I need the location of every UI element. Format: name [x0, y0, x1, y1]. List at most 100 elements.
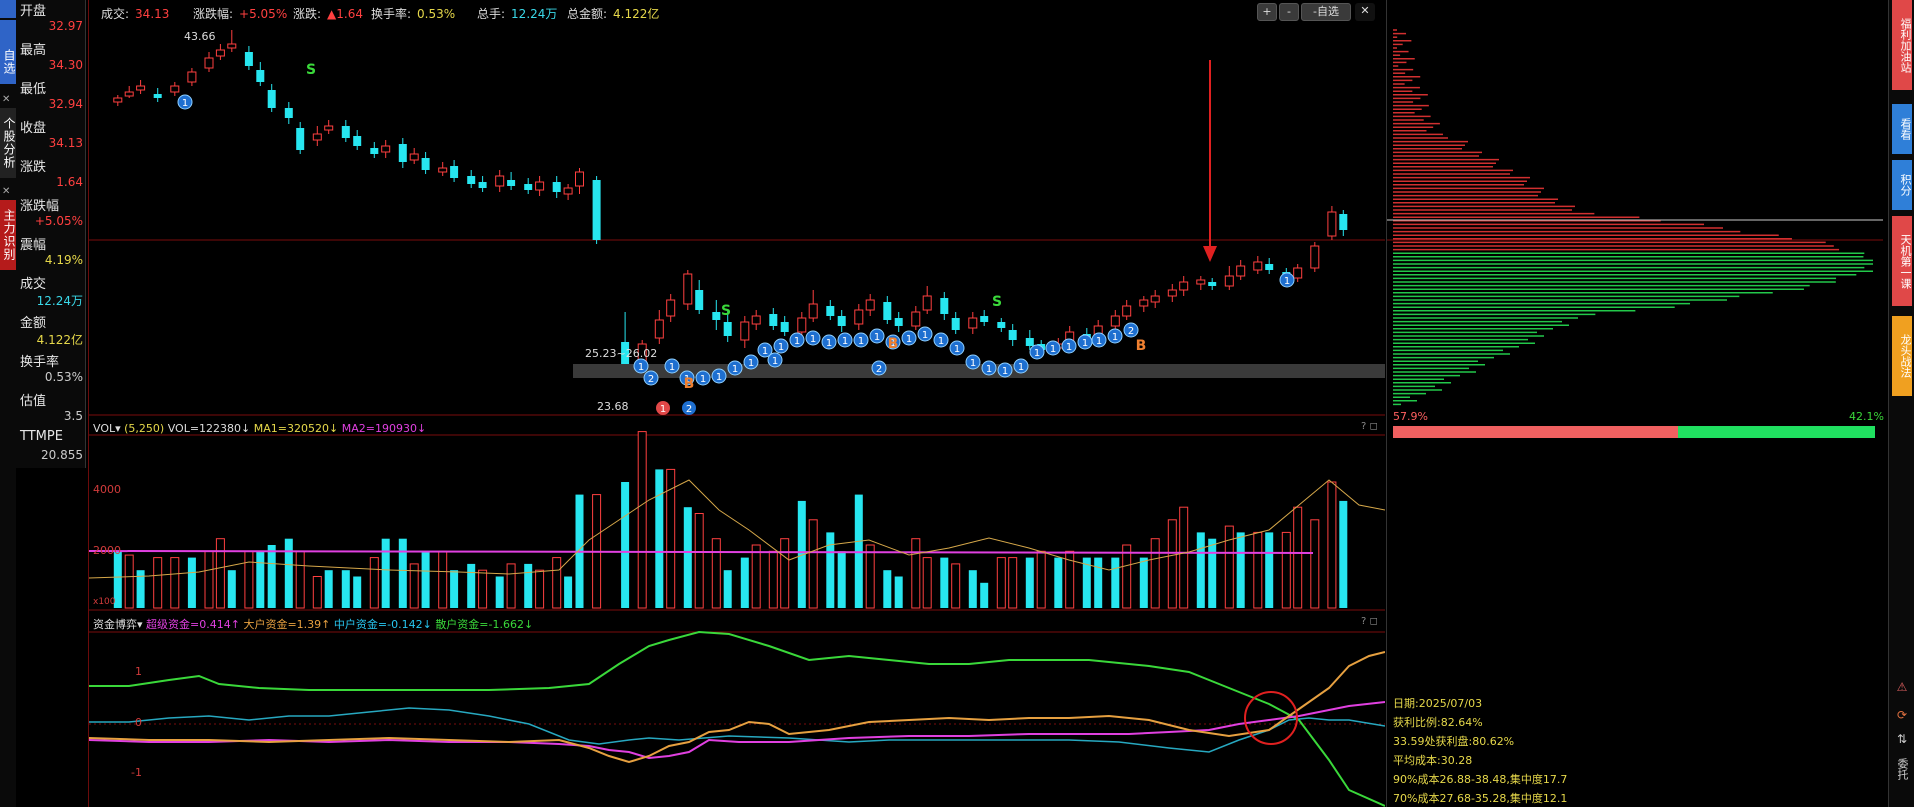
vol-ylabel-4000: 4000	[93, 483, 121, 496]
tab-dragon-strategy[interactable]: 龙头战法	[1892, 316, 1912, 396]
candle-body-down	[1008, 330, 1017, 340]
volume-bar-up	[244, 550, 254, 609]
tab-stock-analysis[interactable]: 个股分析	[0, 108, 16, 178]
fund-ylabel-0: 0	[135, 716, 142, 729]
volume-bar-down	[421, 551, 430, 608]
volume-bar-down	[1196, 532, 1205, 608]
candle-body-up	[495, 175, 505, 187]
candle-body-up	[1179, 281, 1189, 291]
signal-badge-number: 1	[938, 336, 944, 347]
candle-body-down	[524, 184, 533, 190]
candle-body-down	[695, 290, 704, 310]
volume-bar-down	[467, 563, 476, 608]
fund-medium: 中户资金=-0.142↓	[333, 618, 432, 631]
signal-badge-number: 1	[826, 338, 832, 349]
tab-main-force[interactable]: 主力识别	[0, 200, 16, 270]
close-icon[interactable]: ✕	[2, 94, 10, 105]
refresh-icon[interactable]: ⟳	[1894, 708, 1910, 722]
signal-badge-number: 1	[778, 342, 784, 353]
candle-body-up	[1327, 211, 1337, 237]
retail-fund-line	[89, 630, 1385, 807]
signal-badge-number: 1	[1034, 348, 1040, 359]
volume-bar-down	[267, 545, 276, 608]
left-tab-strip: 自选 ✕ 个股分析 ✕ 主力识别	[0, 0, 16, 807]
candle-body-up	[1110, 315, 1120, 327]
info-label: 涨跌幅	[20, 199, 60, 214]
alert-icon[interactable]: ⚠	[1894, 680, 1910, 694]
tab-points[interactable]: 积分	[1892, 160, 1912, 210]
signal-badge-number: 1	[748, 358, 754, 369]
info-label: 金额	[20, 316, 47, 331]
candle-body-down	[341, 126, 350, 138]
trade-signal-letter: S	[306, 62, 316, 78]
candle-body-up	[666, 299, 676, 317]
volume-bar-up	[1310, 519, 1320, 609]
candle-body-down	[592, 180, 601, 240]
tab-look[interactable]: 看看	[1892, 104, 1912, 154]
candle-body-down	[296, 128, 305, 150]
signal-badge-number: 1	[1066, 342, 1072, 353]
candle-body-up	[563, 187, 573, 195]
volume-bar-up	[438, 550, 448, 609]
chip-loss-bar	[1678, 426, 1875, 438]
candle-body-up	[1167, 289, 1177, 297]
swap-icon[interactable]: ⇅	[1894, 732, 1910, 746]
tab-welfare[interactable]: 福利加油站	[1892, 0, 1912, 90]
chart-canvas[interactable]: 11211 1 1111 11 1 1 1 1 11 1 11111 1 11 1 1 1 1 121211 2SS…	[89, 0, 1385, 807]
info-value: 3.5	[63, 409, 83, 423]
vol-value: VOL=122380↓	[167, 422, 251, 435]
vol-indicator-name[interactable]: VOL▾	[93, 422, 121, 435]
signal-badge-number: 1	[1284, 276, 1290, 287]
candle-body-down	[1265, 264, 1274, 270]
volume-bar-down	[353, 576, 362, 608]
left-tab-top[interactable]	[0, 0, 16, 18]
volume-bar-down	[740, 557, 749, 608]
volume-bar-up	[694, 513, 704, 609]
volume-bar-up	[951, 563, 961, 609]
vol-unit: x100	[93, 597, 116, 607]
fund-indicator-name[interactable]: 资金博弈▾	[93, 618, 143, 631]
signal-badge-number: 1	[842, 336, 848, 347]
order-button[interactable]: 委托	[1894, 758, 1910, 780]
chip-avg-cost: 平均成本:30.28	[1393, 754, 1473, 767]
info-label: 估值	[20, 394, 47, 409]
volume-bar-up	[535, 569, 545, 609]
tab-lesson[interactable]: 天机第一课	[1892, 216, 1912, 306]
candle-body-up	[797, 317, 807, 333]
vol-help-icon[interactable]: ? ◻	[1361, 421, 1378, 432]
signal-badge-number: 1	[794, 336, 800, 347]
info-value: 12.24万	[36, 294, 83, 308]
volume-bar-up	[1281, 531, 1291, 609]
trade-signal-letter: S	[721, 303, 731, 319]
fund-panel-title: 资金博弈▾ 超级资金=0.414↑ 大户资金=1.39↑ 中户资金=-0.142…	[93, 616, 533, 632]
signal-badge-number: 2	[876, 364, 882, 375]
volume-bar-up	[922, 557, 932, 609]
info-label: 收盘	[20, 121, 47, 136]
fund-help-icon[interactable]: ? ◻	[1361, 616, 1378, 627]
volume-bar-up	[478, 569, 488, 609]
candle-body-down	[1339, 214, 1348, 230]
low-price-label: 23.68	[597, 400, 629, 413]
volume-bar-down	[1265, 532, 1274, 608]
info-value: +5.05%	[34, 214, 83, 228]
chip-cost90: 90%成本26.88-38.48,集中度17.7	[1393, 773, 1568, 786]
volume-bar-up	[312, 576, 322, 609]
main-chart-area: 成交: 34.13 涨跌幅: +5.05% 涨跌: ▲1.64 换手率: 0.53% 总手: 12…	[88, 0, 1385, 807]
volume-bar-down	[980, 582, 989, 608]
chip-profit-bar	[1393, 426, 1678, 438]
tab-watchlist[interactable]: 自选	[0, 20, 16, 84]
quote-info-panel: 开盘 32.97 最高 34.30 最低 32.94 收盘 34.13 涨跌 1.64 涨跌幅 +5.…	[16, 0, 86, 468]
signal-badge-number: 1	[858, 336, 864, 347]
volume-bar-down	[1339, 500, 1348, 608]
chip-right-percent: 42.1%	[1849, 410, 1884, 423]
signal-badge-number: 1	[1002, 366, 1008, 377]
volume-bar-up	[865, 544, 875, 609]
right-tab-strip: 福利加油站 看看 积分 天机第一课 龙头战法 ⚠ ⟳ ⇅ 委托	[1888, 0, 1914, 807]
candle-body-down	[1025, 338, 1034, 346]
candle-body-up	[683, 273, 693, 305]
info-value: 4.122亿	[36, 333, 83, 347]
signal-badge-number: 1	[922, 330, 928, 341]
candle-body-down	[1208, 282, 1217, 286]
candle-body-down	[883, 302, 892, 320]
close-icon[interactable]: ✕	[2, 186, 10, 197]
